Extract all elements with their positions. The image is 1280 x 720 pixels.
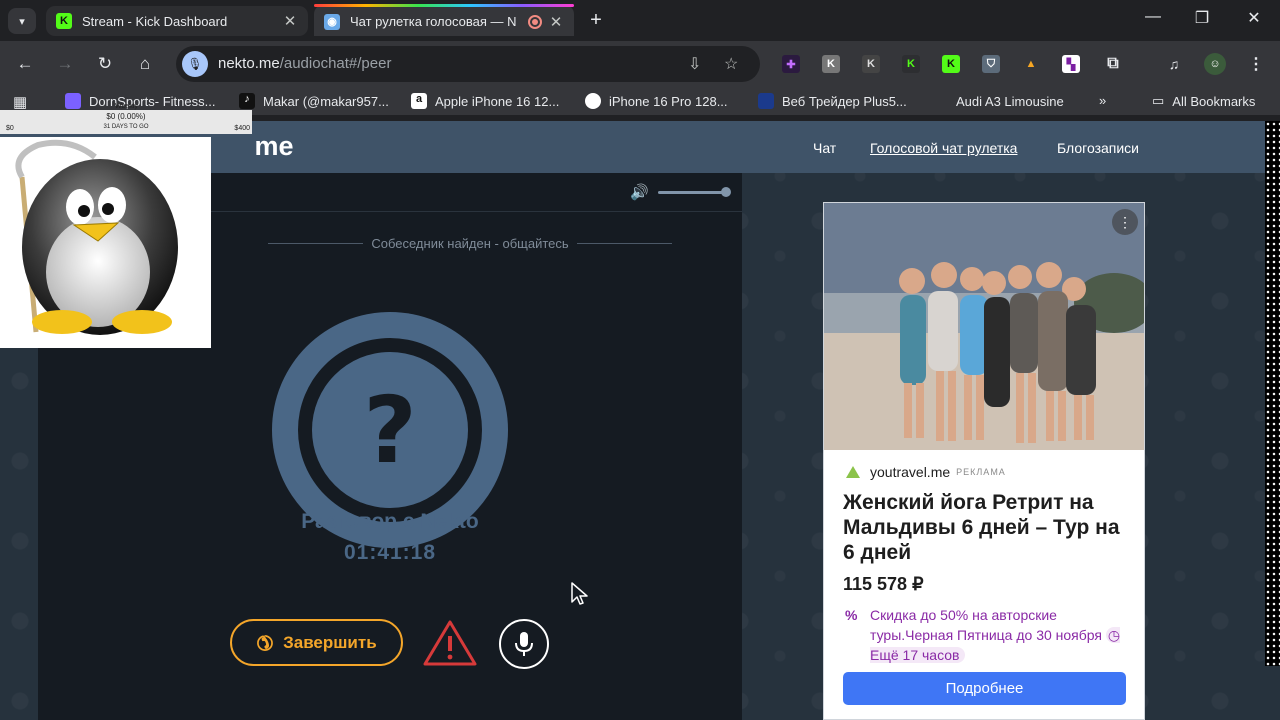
extension-kick-green-icon[interactable]: K bbox=[942, 55, 960, 73]
ad-source: youtravel.me РЕКЛАМА bbox=[846, 464, 1006, 480]
extension-shield-icon[interactable]: ⛉ bbox=[982, 55, 1000, 73]
close-tab-icon[interactable]: ✕ bbox=[548, 13, 564, 31]
bookmark-audi[interactable]: Audi A3 Limousine bbox=[932, 93, 1064, 109]
nav-blog[interactable]: Блогозаписи bbox=[1057, 140, 1139, 156]
microphone-icon bbox=[515, 632, 533, 656]
nav-chat[interactable]: Чат bbox=[813, 140, 836, 156]
ad-label: РЕКЛАМА bbox=[956, 467, 1006, 477]
kick-icon: K bbox=[56, 13, 72, 29]
extension-kick-color-icon[interactable]: K bbox=[902, 55, 920, 73]
ad-domain[interactable]: youtravel.me bbox=[870, 464, 950, 480]
microphone-permission-icon[interactable]: 🎙 bbox=[182, 51, 208, 77]
stream-goal-widget: Weekly $0 (0.00%) 31 DAYS TO GO $0 $400 bbox=[0, 103, 252, 134]
recording-icon bbox=[528, 14, 542, 29]
ad-title[interactable]: Женский йога Ретрит на Мальдивы 6 дней –… bbox=[843, 490, 1133, 565]
percent-icon: % bbox=[845, 607, 858, 623]
home-icon[interactable]: ⌂ bbox=[134, 53, 156, 75]
all-bookmarks[interactable]: ▭ All Bookmarks bbox=[1152, 93, 1255, 109]
call-timer: 01:41:18 bbox=[343, 541, 437, 564]
phone-hangup-icon: ✆ bbox=[250, 628, 279, 656]
extensions-puzzle-icon[interactable]: ⧉ bbox=[1104, 55, 1122, 73]
ad-banner[interactable]: ⋮ youtravel.me РЕКЛАМА Женский йога Ретр… bbox=[823, 202, 1145, 720]
mouse-cursor-icon bbox=[571, 582, 588, 605]
menu-kebab-icon[interactable]: ⋮ bbox=[1247, 55, 1265, 73]
browser-toolbar: ← → ↻ ⌂ 🎙 nekto.me/audiochat#/peer ⇩ ☆ ✚… bbox=[0, 41, 1280, 87]
report-button[interactable] bbox=[422, 619, 478, 667]
bookmarks-overflow-icon[interactable]: » bbox=[1099, 93, 1106, 108]
folder-icon: ▭ bbox=[1152, 93, 1165, 108]
tab-title: Stream - Kick Dashboard bbox=[82, 13, 228, 29]
status-text: Собеседник найден - общайтесь bbox=[371, 235, 569, 251]
ad-promo: % Скидка до 50% на авторские туры.Черная… bbox=[845, 605, 1135, 665]
address-bar[interactable]: 🎙 nekto.me/audiochat#/peer ⇩ ☆ bbox=[176, 46, 760, 82]
goal-min: $0 bbox=[6, 125, 14, 132]
minimize-icon[interactable]: — bbox=[1138, 8, 1168, 26]
forward-icon[interactable]: → bbox=[54, 53, 76, 75]
status-row: Собеседник найден - общайтесь bbox=[268, 235, 672, 251]
close-tab-icon[interactable]: ✕ bbox=[282, 12, 298, 30]
extension-plus-icon[interactable]: ✚ bbox=[782, 55, 800, 73]
extension-square-icon[interactable]: ▚ bbox=[1062, 55, 1080, 73]
end-call-label: Завершить bbox=[283, 632, 377, 652]
ad-options-icon[interactable]: ⋮ bbox=[1112, 209, 1138, 235]
divider bbox=[268, 242, 364, 244]
restore-icon[interactable]: ❐ bbox=[1187, 8, 1217, 28]
bookmark-tiktok[interactable]: ♪ Makar (@makar957... bbox=[239, 93, 389, 109]
extension-flame-icon[interactable]: ▲ bbox=[1022, 55, 1040, 73]
tab-search-button[interactable]: ▾ bbox=[8, 8, 36, 34]
bookmark-dornsports[interactable]: DornSports- Fitness... bbox=[65, 93, 215, 109]
ad-price: 115 578 ₽ bbox=[843, 574, 924, 594]
bookmark-amazon[interactable]: a Apple iPhone 16 12... bbox=[411, 93, 559, 109]
close-window-icon[interactable]: ✕ bbox=[1239, 8, 1269, 28]
ad-photo bbox=[824, 203, 1144, 450]
clock-icon: ◷ bbox=[1107, 627, 1121, 643]
divider bbox=[576, 242, 672, 244]
conversation-label: Разговор с Nekto bbox=[301, 510, 479, 533]
bookmark-web-trader[interactable]: Веб Трейдер Plus5... bbox=[758, 93, 907, 109]
tab-strip: ▾ K Stream - Kick Dashboard ✕ ◉ Чат руле… bbox=[0, 0, 1280, 41]
back-icon[interactable]: ← bbox=[14, 53, 36, 75]
penguin-reaper-image bbox=[15, 139, 178, 335]
media-control-icon[interactable]: ♫ bbox=[1165, 55, 1183, 73]
tab-voice-chat[interactable]: ◉ Чат рулетка голосовая — N ✕ bbox=[314, 4, 574, 36]
goal-label: Weekly bbox=[115, 103, 138, 110]
bookmark-iphone-pro[interactable]: iPhone 16 Pro 128... bbox=[585, 93, 728, 109]
volume-icon[interactable]: 🔊 bbox=[630, 183, 649, 201]
tab-title: Чат рулетка голосовая — N bbox=[350, 14, 517, 29]
goal-max: $400 bbox=[234, 125, 250, 132]
ad-more-button[interactable]: Подробнее bbox=[843, 672, 1126, 705]
extension-k-icon[interactable]: K bbox=[822, 55, 840, 73]
profile-avatar[interactable]: ☺ bbox=[1204, 53, 1226, 75]
ad-image[interactable]: ⋮ bbox=[824, 203, 1144, 450]
url-text: nekto.me/audiochat#/peer bbox=[218, 55, 392, 72]
end-call-button[interactable]: ✆ Завершить bbox=[230, 619, 403, 666]
ad-promo-text: Скидка до 50% на авторские туры.Черная П… bbox=[870, 607, 1102, 643]
volume-slider[interactable] bbox=[658, 191, 726, 194]
apps-grid-icon[interactable]: ▦ bbox=[13, 93, 27, 111]
star-icon[interactable]: ☆ bbox=[724, 54, 738, 74]
goal-amount: $0 (0.00%) bbox=[106, 112, 146, 121]
tab-kick-dashboard[interactable]: K Stream - Kick Dashboard ✕ bbox=[46, 6, 308, 36]
install-app-icon[interactable]: ⇩ bbox=[688, 54, 701, 74]
extension-kick-gray-icon[interactable]: K bbox=[862, 55, 880, 73]
microphone-button[interactable] bbox=[499, 619, 549, 669]
youtravel-logo-icon bbox=[846, 466, 860, 478]
new-tab-button[interactable]: + bbox=[583, 9, 609, 33]
voice-chat-icon: ◉ bbox=[324, 13, 340, 30]
penguin-overlay bbox=[0, 137, 211, 348]
goal-days: 31 DAYS TO GO bbox=[103, 124, 149, 130]
right-edge-overlay bbox=[1265, 121, 1280, 666]
warning-icon bbox=[423, 620, 477, 666]
reload-icon[interactable]: ↻ bbox=[94, 53, 116, 75]
nav-voice-roulette[interactable]: Голосовой чат рулетка bbox=[870, 140, 1017, 156]
volume-slider-handle[interactable] bbox=[721, 187, 731, 197]
question-mark-icon: ? bbox=[312, 352, 468, 508]
